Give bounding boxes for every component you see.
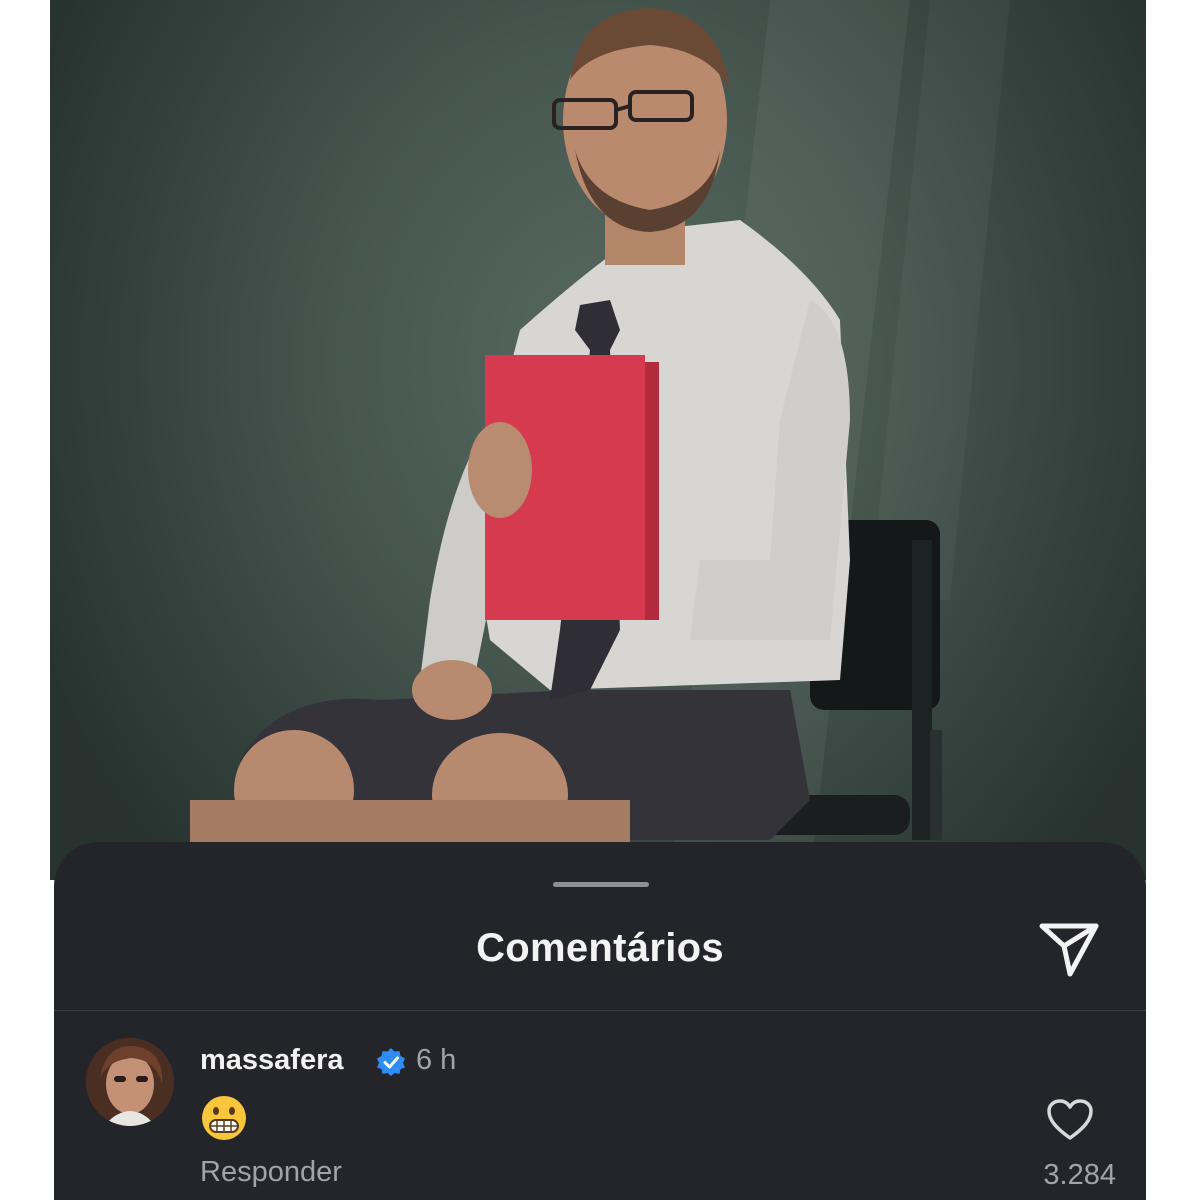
sheet-title: Comentários: [476, 926, 724, 970]
drag-handle[interactable]: [553, 882, 649, 887]
sheet-divider: [54, 1010, 1146, 1011]
comments-sheet: Comentários massafera 6 h Responder 3.28…: [54, 842, 1146, 1200]
comment-username[interactable]: massafera: [200, 1044, 344, 1077]
verified-badge-icon: [377, 1048, 405, 1076]
post-photo-illustration: [190, 0, 1010, 880]
comment-time: 6 h: [416, 1044, 457, 1076]
send-icon[interactable]: [1034, 918, 1104, 980]
heart-outline-icon[interactable]: [1046, 1098, 1094, 1142]
post-photo: [50, 0, 1146, 880]
right-margin: [1146, 0, 1200, 1200]
like-count: 3.284: [1043, 1159, 1116, 1191]
left-margin: [0, 0, 50, 1200]
comment-item: massafera 6 h Responder 3.284: [54, 1022, 1146, 1200]
avatar[interactable]: [86, 1038, 174, 1126]
reply-button[interactable]: Responder: [200, 1156, 342, 1189]
grimacing-face-emoji: [202, 1096, 246, 1140]
avatar-image: [86, 1038, 174, 1126]
